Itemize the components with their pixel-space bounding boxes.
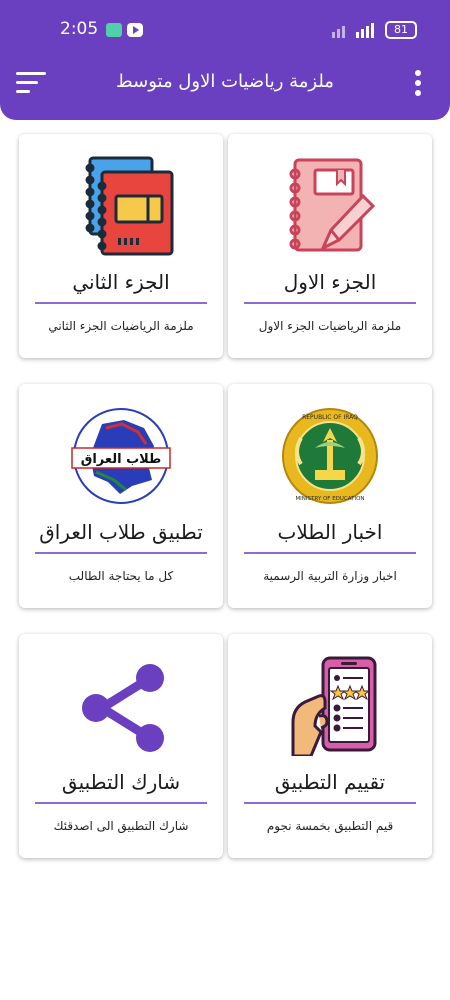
divider	[244, 552, 416, 554]
notebooks-icon	[85, 156, 174, 256]
iraq-map-icon: طلاب العراق	[71, 408, 171, 504]
signal-icon	[332, 23, 374, 38]
card-title: شارك التطبيق	[61, 770, 181, 794]
card-title: الجزء الاول	[283, 270, 377, 294]
phone-rating-icon	[291, 656, 377, 756]
card-rate-app[interactable]: تقييم التطبيق قيم التطبيق بخمسة نجوم	[228, 634, 432, 858]
app-notification-icon	[106, 23, 122, 37]
card-part-one[interactable]: الجزء الاول ملزمة الرياضيات الجزء الاول	[228, 134, 432, 358]
notebook-pencil-icon	[289, 158, 376, 252]
card-title: تقييم التطبيق	[274, 770, 386, 794]
emblem-text-top: REPUBLIC OF IRAQ	[302, 414, 358, 421]
emblem-text-bottom: MINISTRY OF EDUCATION	[295, 496, 364, 502]
page-title: ملزمة رياضيات الاول متوسط	[116, 71, 334, 92]
battery-icon: 81	[385, 21, 417, 39]
card-title: الجزء الثاني	[72, 270, 170, 294]
card-subtitle: كل ما يحتاجة الطالب	[68, 569, 174, 583]
more-vertical-icon[interactable]	[408, 68, 428, 98]
badge-text: طلاب العراق	[81, 452, 162, 467]
card-student-news[interactable]: REPUBLIC OF IRAQ MINISTRY OF EDUCATION ا…	[228, 384, 432, 608]
divider	[35, 802, 207, 804]
card-subtitle: اخبار وزارة التربية الرسمية	[263, 569, 397, 583]
divider	[244, 802, 416, 804]
divider	[35, 552, 207, 554]
share-icon	[82, 664, 164, 752]
card-title: تطبيق طلاب العراق	[39, 520, 203, 544]
hamburger-icon[interactable]	[16, 70, 48, 96]
card-part-two[interactable]: الجزء الثاني ملزمة الرياضيات الجزء الثان…	[19, 134, 223, 358]
ministry-emblem-icon: REPUBLIC OF IRAQ MINISTRY OF EDUCATION	[282, 408, 378, 504]
card-subtitle: قيم التطبيق بخمسة نجوم	[266, 819, 394, 833]
divider	[244, 302, 416, 304]
card-subtitle: شارك التطبيق الى اصدقئك	[53, 819, 189, 833]
status-bar: 2:05 81	[0, 0, 450, 60]
divider	[35, 302, 207, 304]
card-iraq-students-app[interactable]: طلاب العراق تطبيق طلاب العراق كل ما يحتا…	[19, 384, 223, 608]
app-bar: 2:05 81 ملزمة رياضيات الاول متوسط	[0, 0, 450, 120]
card-subtitle: ملزمة الرياضيات الجزء الاول	[258, 319, 402, 333]
card-title: اخبار الطلاب	[277, 520, 383, 544]
card-subtitle: ملزمة الرياضيات الجزء الثاني	[48, 319, 194, 333]
status-time: 2:05	[60, 19, 99, 39]
card-share-app[interactable]: شارك التطبيق شارك التطبيق الى اصدقئك	[19, 634, 223, 858]
youtube-icon	[127, 23, 143, 37]
